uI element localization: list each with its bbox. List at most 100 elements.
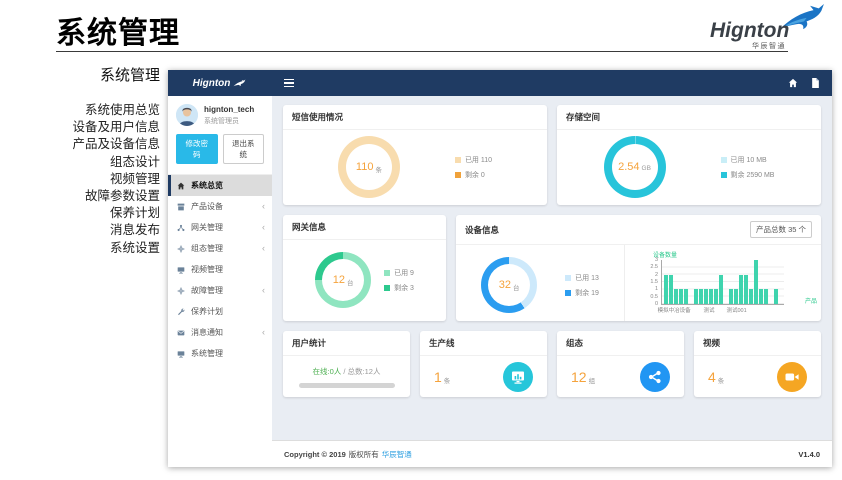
legend-swatch xyxy=(565,290,571,296)
bar-chart-yticks: 32.521.510.50 xyxy=(639,257,658,307)
legend: 已用 110 剩余 0 xyxy=(455,155,492,180)
card-config: 组态 12 组 xyxy=(557,331,684,397)
legend-swatch xyxy=(721,157,727,163)
sidebar-item-config-mgmt[interactable]: 组态管理 ‹ xyxy=(168,238,272,259)
legend-label: 剩余 19 xyxy=(575,288,599,298)
sidebar-item-system[interactable]: 系统管理 xyxy=(168,343,272,364)
bar-chart-bars xyxy=(661,260,784,305)
left-menu-item[interactable]: 视频管理 xyxy=(0,171,160,188)
legend-label: 已用 110 xyxy=(465,155,492,165)
gears-icon xyxy=(176,245,186,253)
stat-unit: 条 xyxy=(718,375,725,385)
logout-button[interactable]: 退出系统 xyxy=(223,134,265,164)
left-menu-item[interactable]: 消息发布 xyxy=(0,222,160,239)
sidebar-item-gateway[interactable]: 网关管理 ‹ xyxy=(168,217,272,238)
card-video: 视频 4 条 xyxy=(694,331,821,397)
card-title: 短信使用情况 xyxy=(283,105,547,130)
sidebar-item-products[interactable]: 产品设备 ‹ xyxy=(168,196,272,217)
bar-chart-xlabels: 模拟中冶设备测试测试001 xyxy=(661,306,781,314)
sidebar-brand-name: Hignton xyxy=(193,78,231,89)
sidebar-nav: 系统总览 产品设备 ‹ 网关管理 ‹ 组态管理 ‹ xyxy=(168,174,272,364)
monitor-icon xyxy=(176,266,186,274)
company-link[interactable]: 华辰智通 xyxy=(382,449,412,460)
legend-swatch xyxy=(565,275,571,281)
card-sms: 短信使用情况 110 条 已用 110 剩余 0 xyxy=(283,105,547,205)
online-count: 在线:0人 xyxy=(313,367,342,376)
donut-unit: 条 xyxy=(375,164,382,174)
title-divider xyxy=(56,51,788,52)
legend-swatch xyxy=(384,270,390,276)
legend-swatch xyxy=(455,172,461,178)
user-buttons: 修改密码 退出系统 xyxy=(168,131,272,174)
card-title: 视频 xyxy=(694,331,821,356)
chart-x-axis-label: 产品 xyxy=(805,296,817,305)
left-menu-item[interactable]: 保养计划 xyxy=(0,205,160,222)
donut-value: 12 xyxy=(333,274,345,286)
sidebar-item-label: 视频管理 xyxy=(191,264,223,275)
avatar xyxy=(176,104,198,126)
device-bar-chart: 设备数量 32.521.510.50 模拟中冶设备测试测试001 产品 xyxy=(625,245,821,321)
stat-unit: 组 xyxy=(589,375,596,385)
left-menu-item[interactable]: 故障参数设置 xyxy=(0,188,160,205)
user-name: hignton_tech xyxy=(204,105,254,114)
sidebar-item-label: 系统总览 xyxy=(191,180,223,191)
total-count: 总数:12人 xyxy=(348,367,381,376)
row-stats: 用户统计 在线:0人 / 总数:12人 生产线 xyxy=(283,331,821,397)
card-title: 设备信息 xyxy=(465,224,499,236)
sidebar-item-video-mgmt[interactable]: 视频管理 xyxy=(168,259,272,280)
network-icon xyxy=(176,224,186,232)
legend: 已用 13 剩余 19 xyxy=(565,273,599,298)
chevron-left-icon: ‹ xyxy=(262,328,265,337)
box-icon xyxy=(176,203,186,211)
card-users: 用户统计 在线:0人 / 总数:12人 xyxy=(283,331,410,397)
user-count-line: 在线:0人 / 总数:12人 xyxy=(313,366,381,377)
home-icon xyxy=(176,182,186,190)
left-menu-item[interactable]: 组态设计 xyxy=(0,154,160,171)
video-camera-icon xyxy=(777,362,807,392)
left-menu-item[interactable]: 系统设置 xyxy=(0,240,160,257)
donut-unit: GB xyxy=(642,165,651,172)
donut-unit: 台 xyxy=(513,282,520,292)
envelope-icon xyxy=(176,329,186,337)
sidebar-item-overview[interactable]: 系统总览 xyxy=(168,175,272,196)
left-menu-item[interactable]: 设备及用户信息 xyxy=(0,119,160,136)
home-icon[interactable] xyxy=(788,78,798,88)
stat-value: 12 xyxy=(571,369,587,385)
legend-swatch xyxy=(721,172,727,178)
sidebar-item-notifications[interactable]: 消息通知 ‹ xyxy=(168,322,272,343)
legend-label: 已用 13 xyxy=(575,273,599,283)
user-role: 系统管理员 xyxy=(204,116,254,126)
donut-value: 32 xyxy=(499,279,511,291)
left-menu-item[interactable]: 产品及设备信息 xyxy=(0,136,160,153)
brand-logo: Hignton 华辰智通 xyxy=(708,4,830,52)
sidebar-item-label: 消息通知 xyxy=(191,327,223,338)
separator: / xyxy=(343,367,345,376)
sidebar-item-fault-mgmt[interactable]: 故障管理 ‹ xyxy=(168,280,272,301)
sidebar-item-maintenance[interactable]: 保养计划 xyxy=(168,301,272,322)
brand-name: Hignton xyxy=(710,19,789,43)
chevron-left-icon: ‹ xyxy=(262,223,265,232)
page: 系统管理 Hignton 华辰智通 系统管理 系统使用总览 设备及用户信息 产品… xyxy=(0,0,842,480)
version-label: V1.4.0 xyxy=(798,450,820,459)
sms-donut-chart: 110 条 xyxy=(338,136,400,198)
legend-label: 剩余 0 xyxy=(465,170,485,180)
online-progress-bar xyxy=(299,383,395,388)
donut-unit: 台 xyxy=(347,277,354,287)
gears-icon xyxy=(176,287,186,295)
gateway-donut-chart: 12 台 xyxy=(315,252,371,308)
change-password-button[interactable]: 修改密码 xyxy=(176,134,218,164)
stat-unit: 条 xyxy=(444,375,451,385)
user-panel: hignton_tech 系统管理员 xyxy=(168,96,272,131)
chevron-left-icon: ‹ xyxy=(262,244,265,253)
product-total-badge: 产品总数 35 个 xyxy=(750,221,812,238)
copyright-text: Copyright © 2019 xyxy=(284,450,346,459)
stat-value: 1 xyxy=(434,369,442,385)
card-production-line: 生产线 1 条 xyxy=(420,331,547,397)
card-title: 存储空间 xyxy=(557,105,821,130)
left-menu-item[interactable]: 系统使用总览 xyxy=(0,102,160,119)
brand-subtitle: 华辰智通 xyxy=(752,41,786,51)
copyright-text-rest: 版权所有 xyxy=(349,449,379,460)
document-icon[interactable] xyxy=(811,78,820,88)
menu-toggle-icon[interactable] xyxy=(284,79,294,88)
dashboard-main: 短信使用情况 110 条 已用 110 剩余 0 xyxy=(272,70,832,467)
